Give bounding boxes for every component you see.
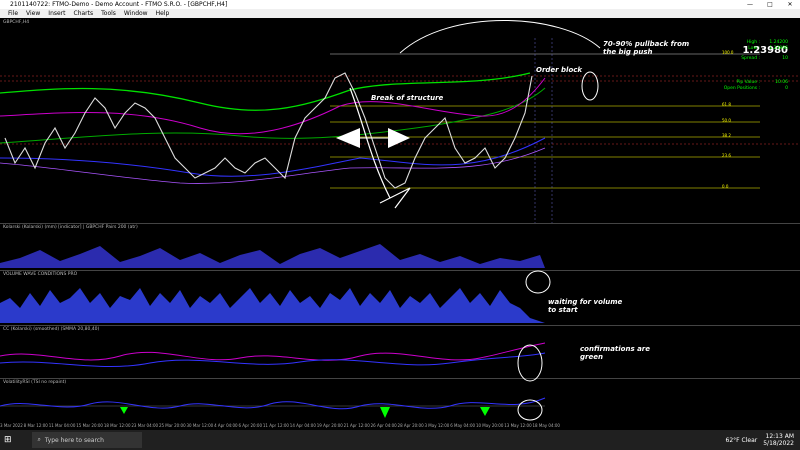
menu-tools[interactable]: Tools <box>101 10 116 17</box>
vrsi-line <box>0 397 546 410</box>
date-label: 14 Apr 04:00 <box>289 423 316 428</box>
pip-value-label: Pip Value : <box>736 80 760 85</box>
windows-start-icon[interactable]: ⊞ <box>4 435 12 445</box>
annotation-order-block: Order block <box>536 66 583 74</box>
menu-view[interactable]: View <box>26 10 40 17</box>
panel-2-label: VOLUME WAVE CONDITIONS PRO <box>3 272 78 277</box>
date-label: 21 Apr 12:00 <box>343 423 370 428</box>
date-label: 25 Mar 20:00 <box>158 423 186 428</box>
taskbar-search[interactable]: ⌕ Type here to search <box>31 432 142 448</box>
fib-label-500: 50.0 <box>722 118 731 123</box>
chart-canvas[interactable] <box>0 18 800 430</box>
clock[interactable]: 12:13 AM 5/18/2022 <box>763 433 794 447</box>
panel-1-label: Kolarski (Kolarski) (mm) [indicator] | G… <box>3 225 138 230</box>
window-title-bar: 2101140722: FTMO-Demo - Demo Account - F… <box>0 0 800 9</box>
spread-label: Spread : <box>741 56 760 61</box>
panel-3-label: CC (Kolarski) (smoothed) (SMMA 20,80,40) <box>3 327 100 332</box>
low-label: Low : <box>748 46 760 51</box>
taskbar: ⊞ ⌕ Type here to search 62°F Clear 12:13… <box>0 430 800 450</box>
date-label: 3 May 12:00 <box>424 423 450 428</box>
date-label: 19 Apr 20:00 <box>316 423 343 428</box>
maximize-button[interactable]: □ <box>760 1 780 8</box>
fib-label-382: 38.2 <box>722 133 731 138</box>
search-icon: ⌕ <box>37 436 41 443</box>
date-label: 4 Apr 04:00 <box>214 423 238 428</box>
date-label: 3 Mar 2022 <box>0 423 23 428</box>
spread-value: 10 <box>782 56 788 61</box>
annotation-pullback: 70-90% pullback from the big push <box>603 40 690 56</box>
open-positions-label: Open Positions : <box>723 86 760 91</box>
price-panel-label: GBPCHF,H4 <box>3 20 30 25</box>
date-axis: 3 Mar 2022 8 Mar 12:00 11 Mar 04:00 15 M… <box>0 423 560 428</box>
menu-file[interactable]: File <box>8 10 18 17</box>
indicator-1-histogram <box>0 244 545 268</box>
menu-bar: File View Insert Charts Tools Window Hel… <box>0 9 800 18</box>
clock-date: 5/18/2022 <box>763 440 794 447</box>
date-label: 13 May 12:00 <box>504 423 532 428</box>
window-title: 2101140722: FTMO-Demo - Demo Account - F… <box>10 1 228 8</box>
volume-circle <box>525 270 551 294</box>
window-controls: — □ ✕ <box>740 1 800 8</box>
fib-label-0: 0.0 <box>722 184 729 189</box>
date-label: 8 Mar 12:00 <box>23 423 48 428</box>
fib-label-100: 100.0 <box>722 50 734 55</box>
fib-label-618: 61.8 <box>722 102 731 107</box>
date-label: 11 Apr 12:00 <box>262 423 289 428</box>
pip-value: 10.06 <box>775 80 788 85</box>
date-label: 6 May 04:00 <box>450 423 476 428</box>
low-value: 1.23906 <box>769 46 788 51</box>
menu-charts[interactable]: Charts <box>74 10 94 17</box>
high-label: High : <box>746 40 760 45</box>
panel-4-label: VolatilityRSI (TSI no repaint) <box>3 380 67 385</box>
date-label: 11 Mar 04:00 <box>48 423 76 428</box>
date-label: 23 Mar 04:00 <box>131 423 159 428</box>
weather-status[interactable]: 62°F Clear <box>726 437 758 444</box>
chart-area[interactable]: GBPCHF,H4 Kolarski (Kolarski) (mm) [indi… <box>0 18 800 430</box>
annotation-break-of-structure: Break of structure <box>371 94 444 102</box>
confirmation-circle <box>517 344 543 382</box>
date-label: 15 Mar 20:00 <box>76 423 103 428</box>
date-label: 6 Apr 20:00 <box>238 423 262 428</box>
search-placeholder: Type here to search <box>44 436 104 444</box>
date-label: 18 Mar 12:00 <box>103 423 131 428</box>
system-tray: 62°F Clear 12:13 AM 5/18/2022 <box>726 433 800 447</box>
open-positions: 0 <box>785 86 788 91</box>
close-button[interactable]: ✕ <box>780 1 800 8</box>
menu-help[interactable]: Help <box>156 10 170 17</box>
minimize-button[interactable]: — <box>740 1 760 8</box>
annotation-waiting-volume: waiting for volume to start <box>548 298 623 314</box>
annotation-confirmations: confirmations are green <box>580 345 650 361</box>
clock-time: 12:13 AM <box>765 433 794 440</box>
date-label: 30 Mar 12:00 <box>186 423 214 428</box>
menu-insert[interactable]: Insert <box>48 10 65 17</box>
date-label: 18 May 04:00 <box>532 423 560 428</box>
high-value: 1.24200 <box>769 40 788 45</box>
date-label: 28 Apr 20:00 <box>397 423 424 428</box>
fib-label-236: 23.6 <box>722 153 731 158</box>
date-label: 26 Apr 04:00 <box>370 423 397 428</box>
date-label: 10 May 20:00 <box>475 423 504 428</box>
menu-window[interactable]: Window <box>124 10 148 17</box>
cc-line <box>0 342 546 361</box>
volume-wave-bars <box>0 288 545 323</box>
